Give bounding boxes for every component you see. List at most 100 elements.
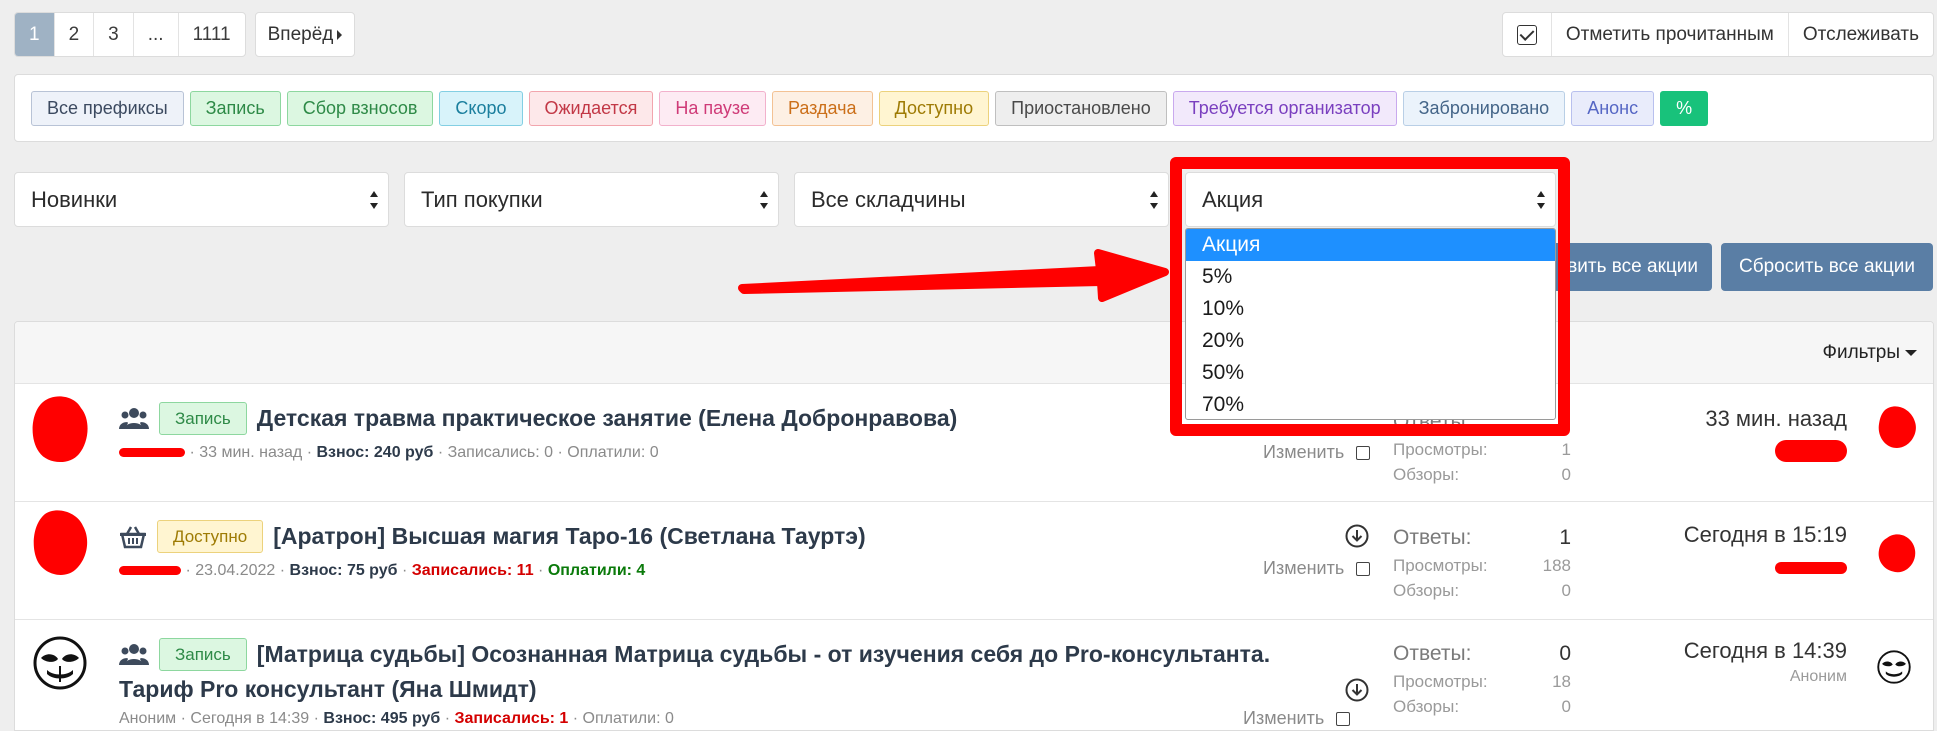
views-count: 188 [1542, 555, 1571, 575]
prefix-chip[interactable]: Скоро [439, 90, 523, 126]
thread-title-continued[interactable]: Тариф Pro консультант (Яна Шмидт) [119, 676, 537, 703]
thread-title[interactable]: [Аратрон] Высшая магия Таро-16 (Светлана… [273, 523, 865, 550]
scope-select-value: Все складчины [811, 186, 966, 212]
thread-title-line: Доступно [Аратрон] Высшая магия Таро-16 … [119, 520, 866, 553]
edit-control[interactable]: Изменить [1243, 708, 1351, 729]
prefix-chip[interactable]: Забронировано [1402, 90, 1566, 126]
thread-meta: · 23.04.2022 · Взнос: 75 руб · Записалис… [119, 562, 645, 580]
author-name-redacted [119, 566, 181, 576]
thread-title-line: Запись Детская травма практическое занят… [119, 402, 957, 435]
download-icon[interactable] [1345, 524, 1369, 548]
group-icon [119, 643, 149, 665]
thread-title[interactable]: [Матрица судьбы] Осознанная Матрица судь… [257, 641, 1270, 668]
prefix-chip[interactable]: Все префиксы [31, 90, 184, 126]
last-poster-avatar-redacted [1878, 406, 1916, 448]
thread-signed-count: Записались: 11 [411, 562, 534, 579]
thread-meta: Аноним · Сегодня в 14:39 · Взнос: 495 ру… [119, 710, 674, 727]
reviews-count: 0 [1561, 696, 1571, 716]
replies-label: Ответы: [1393, 641, 1472, 665]
reset-all-promos-button[interactable]: Сбросить все акции [1721, 243, 1933, 291]
thread-row[interactable]: Доступно [Аратрон] Высшая магия Таро-16 … [15, 502, 1933, 620]
prefix-chip[interactable]: На паузе [659, 90, 766, 126]
edit-control[interactable]: Изменить [1263, 442, 1371, 463]
select-checkbox[interactable] [1336, 711, 1351, 726]
scope-select[interactable]: Все складчины [794, 172, 1169, 227]
views-label: Просмотры: [1393, 671, 1488, 691]
select-checkbox[interactable] [1356, 561, 1371, 576]
thread-row[interactable]: Запись [Матрица судьбы] Осознанная Матри… [15, 620, 1933, 730]
thread-signed-count: Записались: 0 [447, 444, 554, 461]
last-post-time[interactable]: Сегодня в 15:19 [1684, 522, 1847, 548]
page-1[interactable]: 1 [15, 13, 55, 56]
author-avatar-redacted [33, 510, 88, 575]
last-post-time[interactable]: 33 мин. назад [1705, 406, 1847, 432]
reset-all-promos-label: Сбросить все акции [1739, 256, 1915, 277]
thread-prefix-tag[interactable]: Запись [159, 402, 247, 435]
thread-paid-count: Оплатили: 4 [547, 562, 646, 579]
caret-down-icon [1905, 350, 1917, 356]
anonymous-mask-avatar [33, 636, 87, 690]
select-arrows-icon [1150, 191, 1159, 209]
last-post-info: Сегодня в 15:19 [1684, 522, 1847, 574]
thread-list-header: Фильтры [15, 322, 1933, 384]
thread-meta: · 33 мин. назад · Взнос: 240 руб · Запис… [119, 444, 659, 462]
page-last[interactable]: 1111 [179, 13, 245, 56]
thread-paid-count: Оплатили: 0 [582, 710, 674, 727]
page-2[interactable]: 2 [55, 13, 95, 56]
thread-prefix-tag[interactable]: Запись [159, 638, 247, 671]
thread-row[interactable]: Запись Детская травма практическое занят… [15, 384, 1933, 502]
prefix-chip[interactable]: Требуется организатор [1172, 90, 1397, 126]
author-avatar-redacted [32, 396, 88, 463]
page-list: 1 2 3 ... 1111 [14, 12, 246, 57]
thread-stats: Ответы: 0 Просмотры: 18 Обзоры: 0 [1393, 638, 1571, 719]
prefix-chip[interactable]: Доступно [878, 90, 990, 126]
edit-label: Изменить [1263, 558, 1345, 578]
reviews-label: Обзоры: [1393, 696, 1460, 716]
thread-prefix-tag[interactable]: Доступно [157, 520, 264, 553]
prefix-chip[interactable]: Раздача [771, 90, 873, 126]
page-ellipsis[interactable]: ... [134, 13, 179, 56]
last-poster-name[interactable]: Аноним [1684, 668, 1847, 686]
last-poster-redacted [1775, 440, 1847, 462]
thread-date: · 33 мин. назад [189, 444, 303, 461]
purchase-type-select[interactable]: Тип покупки [404, 172, 779, 227]
views-label: Просмотры: [1393, 555, 1488, 575]
checkbox-checked-icon [1516, 24, 1537, 45]
show-all-promos-label: вить все акции [1567, 256, 1698, 277]
sort-select-value: Новинки [31, 186, 118, 212]
prefix-chip[interactable]: Ожидается [528, 90, 654, 126]
mark-read-button[interactable]: Отметить прочитанным [1552, 13, 1789, 56]
group-icon [119, 407, 149, 429]
prefix-chip[interactable]: Анонс [1571, 90, 1655, 126]
filters-menu-label: Фильтры [1822, 342, 1900, 363]
replies-count: 1 [1559, 525, 1571, 549]
thread-paid-count: Оплатили: 0 [567, 444, 659, 461]
thread-date: · 23.04.2022 [185, 562, 276, 579]
prefix-chip[interactable]: Запись [189, 90, 281, 126]
edit-control[interactable]: Изменить [1263, 558, 1371, 579]
prefix-chip[interactable]: % [1660, 90, 1709, 126]
thread-fee: Взнос: 495 руб [323, 710, 441, 727]
basket-icon [120, 525, 146, 548]
thread-title[interactable]: Детская травма практическое занятие (Еле… [257, 405, 958, 432]
thread-author[interactable]: Аноним [119, 710, 176, 727]
prefix-chip[interactable]: Сбор взносов [286, 90, 434, 126]
select-all-toggle[interactable] [1503, 13, 1552, 56]
anonymous-mask-avatar [1877, 650, 1911, 684]
thread-stats: Ответы: 1 Просмотры: 188 Обзоры: 0 [1393, 522, 1571, 603]
reviews-label: Обзоры: [1393, 580, 1460, 600]
thread-fee: Взнос: 240 руб [316, 444, 434, 461]
edit-label: Изменить [1243, 708, 1325, 728]
sort-select[interactable]: Новинки [14, 172, 389, 227]
filters-menu-button[interactable]: Фильтры [1823, 342, 1917, 364]
last-post-info: Сегодня в 14:39 Аноним [1684, 638, 1847, 686]
next-page-button[interactable]: Вперёд [254, 12, 356, 57]
prefix-chip[interactable]: Приостановлено [995, 90, 1167, 126]
download-icon[interactable] [1345, 678, 1369, 702]
page-3[interactable]: 3 [94, 13, 134, 56]
thread-fee: Взнос: 75 руб [289, 562, 398, 579]
watch-button[interactable]: Отслеживать [1789, 13, 1933, 56]
select-checkbox[interactable] [1356, 445, 1371, 460]
views-count: 18 [1552, 671, 1571, 691]
last-post-time[interactable]: Сегодня в 14:39 [1684, 638, 1847, 664]
